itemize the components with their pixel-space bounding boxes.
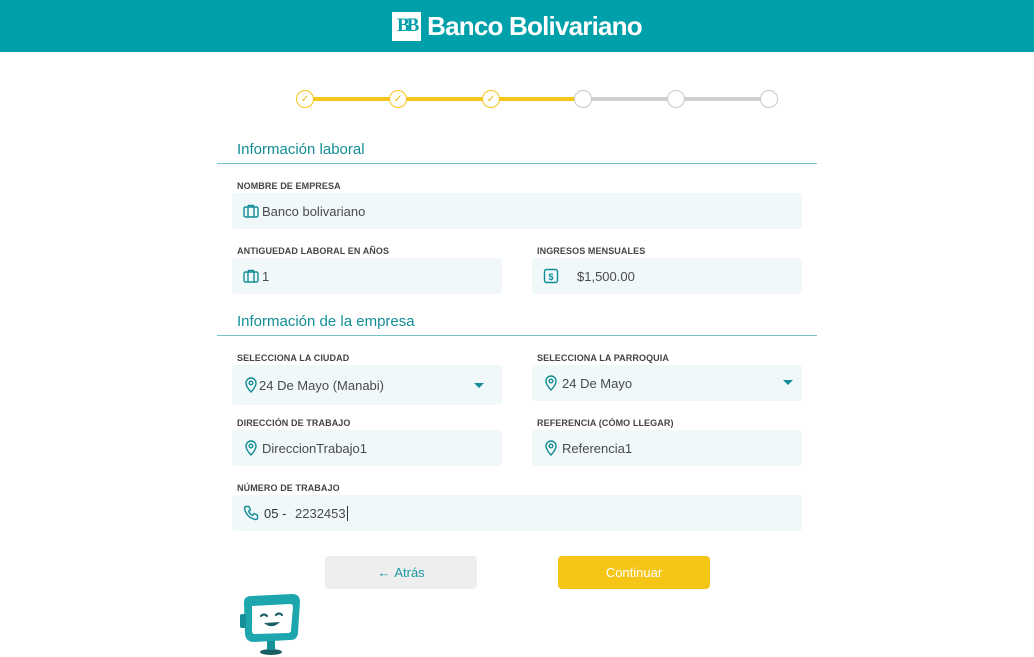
svg-text:$: $ [548, 272, 553, 282]
location-pin-icon [545, 440, 557, 456]
parroquia-value: 24 De Mayo [562, 376, 633, 391]
ingresos-value: $1,500.00 [577, 269, 635, 284]
top-header: BB Banco Bolivariano [0, 0, 1034, 52]
empresa-value: Banco bolivariano [262, 204, 366, 219]
ingresos-input[interactable]: $ $1,500.00 [532, 258, 802, 294]
referencia-input[interactable]: Referencia1 [532, 430, 802, 466]
ciudad-label: SELECCIONA LA CIUDAD [237, 353, 350, 363]
check-icon: ✓ [486, 93, 496, 105]
check-icon: ✓ [300, 93, 310, 105]
chevron-down-icon [783, 380, 793, 385]
check-icon: ✓ [393, 93, 403, 105]
ciudad-select[interactable]: 24 De Mayo (Manabi) [232, 365, 502, 405]
briefcase-icon [243, 269, 259, 283]
section-title-laboral: Información laboral [237, 141, 365, 158]
telefono-input[interactable]: 05 - 2232453 [232, 495, 802, 531]
step-1-complete: ✓ [296, 90, 314, 108]
back-button-label: Atrás [394, 565, 425, 580]
empresa-label: NOMBRE DE EMPRESA [237, 181, 341, 191]
phone-icon [243, 505, 259, 521]
antiguedad-value: 1 [262, 269, 270, 284]
chat-assistant-mascot-icon[interactable] [238, 592, 304, 657]
logo-mark: BB [392, 11, 422, 41]
location-pin-icon [545, 375, 557, 391]
ciudad-value: 24 De Mayo (Manabi) [259, 378, 384, 393]
telefono-value: 2232453 [295, 506, 348, 521]
parroquia-select[interactable]: 24 De Mayo [532, 365, 802, 401]
progress-stepper: ✓ ✓ ✓ [296, 90, 778, 108]
location-pin-icon [245, 377, 257, 393]
stepper-line-complete [305, 97, 574, 101]
back-button[interactable]: ← Atrás [325, 556, 477, 589]
direccion-value: DireccionTrabajo1 [262, 441, 368, 456]
step-3-complete: ✓ [482, 90, 500, 108]
dollar-icon: $ [543, 268, 559, 284]
section-divider [217, 335, 817, 336]
parroquia-label: SELECCIONA LA PARROQUIA [537, 353, 669, 363]
telefono-label: NÚMERO DE TRABAJO [237, 483, 340, 493]
referencia-value: Referencia1 [562, 441, 633, 456]
telefono-prefix: 05 - [264, 506, 287, 521]
section-divider [217, 163, 817, 164]
antiguedad-input[interactable]: 1 [232, 258, 502, 294]
ingresos-label: INGRESOS MENSUALES [537, 246, 646, 256]
chevron-down-icon [474, 383, 484, 388]
step-5 [667, 90, 685, 108]
empresa-input[interactable]: Banco bolivariano [232, 193, 802, 229]
continue-button[interactable]: Continuar [558, 556, 710, 589]
bank-logo: BB Banco Bolivariano [392, 10, 643, 42]
section-title-empresa: Información de la empresa [237, 313, 415, 330]
antiguedad-label: ANTIGUEDAD LABORAL EN AÑOS [237, 246, 390, 256]
brand-name: Banco Bolivariano [427, 10, 642, 41]
step-6 [760, 90, 778, 108]
step-4 [574, 90, 592, 108]
direccion-input[interactable]: DireccionTrabajo1 [232, 430, 502, 466]
location-pin-icon [245, 440, 257, 456]
arrow-left-icon: ← [377, 565, 391, 580]
briefcase-icon [243, 204, 259, 218]
referencia-label: REFERENCIA (CÓMO LLEGAR) [537, 418, 674, 428]
step-2-complete: ✓ [389, 90, 407, 108]
direccion-label: DIRECCIÓN DE TRABAJO [237, 418, 351, 428]
